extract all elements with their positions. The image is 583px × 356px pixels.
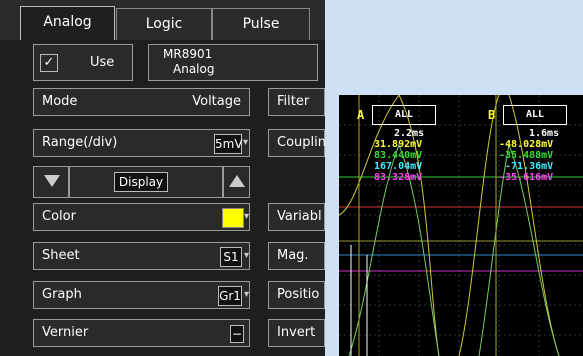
- arrow-down-icon: [44, 175, 60, 187]
- module-type: Analog: [173, 62, 215, 76]
- graph-row[interactable]: Graph Gr1 ▾: [33, 281, 250, 309]
- display-prev-button[interactable]: [33, 166, 69, 198]
- cursor-a-ch1: 31.892mV: [374, 139, 423, 150]
- vernier-row[interactable]: Vernier −: [33, 319, 250, 347]
- display-row: Display: [69, 166, 223, 198]
- display-next-button[interactable]: [223, 166, 250, 198]
- display-button[interactable]: Display: [114, 172, 168, 192]
- sheet-value[interactable]: S1: [220, 247, 242, 267]
- mag-label: Mag.: [277, 248, 309, 263]
- color-label: Color: [42, 209, 76, 224]
- range-value[interactable]: 5mV: [214, 134, 243, 154]
- cursor-a-ch4: 83.328mV: [374, 172, 423, 183]
- invert-row[interactable]: Invert: [268, 319, 325, 347]
- tab-pulse[interactable]: Pulse: [212, 8, 310, 40]
- cursor-a-ch3: 167.04mV: [374, 161, 423, 172]
- filter-label: Filter: [277, 94, 310, 109]
- cursor-a-label[interactable]: ALL: [372, 105, 436, 125]
- use-toggle[interactable]: ✓ Use: [33, 44, 133, 81]
- cursor-a-time: 2.2ms: [394, 128, 425, 139]
- graph-label: Graph: [42, 287, 82, 302]
- cursor-a-marker[interactable]: A: [357, 108, 364, 122]
- cursor-b-label[interactable]: ALL: [503, 105, 567, 125]
- chevron-down-icon: ▾: [244, 289, 250, 300]
- cursor-b-ch1: -48.028mV: [499, 139, 554, 150]
- mode-value: Voltage: [192, 94, 241, 109]
- color-swatch[interactable]: [222, 208, 244, 228]
- variable-label: Variabl: [277, 209, 322, 224]
- cursor-b-marker[interactable]: B: [488, 108, 495, 122]
- invert-label: Invert: [277, 325, 316, 340]
- cursor-b-ch4: -35.616mV: [499, 172, 554, 183]
- cursor-b-time: 1.6ms: [529, 128, 560, 139]
- mag-row[interactable]: Mag.: [268, 242, 325, 270]
- cursor-b-ch2: -35.488mV: [499, 150, 554, 161]
- filter-row[interactable]: Filter: [268, 88, 325, 116]
- chevron-down-icon: ▾: [244, 211, 250, 222]
- position-label: Positio: [277, 287, 320, 302]
- mode-row[interactable]: Mode Voltage: [33, 88, 250, 116]
- range-row[interactable]: Range(/div) 5mV ▾: [33, 129, 250, 157]
- cursor-a-ch2: 83.440mV: [374, 150, 423, 161]
- module-model: MR8901: [163, 47, 213, 61]
- cursor-b-ch3: -71.36mV: [505, 161, 554, 172]
- graph-value[interactable]: Gr1: [218, 286, 242, 306]
- sheet-row[interactable]: Sheet S1 ▾: [33, 242, 250, 270]
- vernier-label: Vernier: [42, 325, 89, 340]
- channel-settings-panel: Analog Logic Pulse ✓ Use MR8901 Analog M…: [0, 0, 325, 356]
- mode-label: Mode: [42, 94, 78, 109]
- sheet-label: Sheet: [42, 248, 80, 263]
- coupling-row[interactable]: Couplin: [268, 129, 325, 157]
- waveform-display[interactable]: A ALL 2.2ms 31.892mV 83.440mV 167.04mV 8…: [339, 95, 583, 356]
- tab-analog[interactable]: Analog: [20, 6, 115, 40]
- tab-logic[interactable]: Logic: [116, 8, 212, 40]
- color-row[interactable]: Color ▾: [33, 203, 250, 231]
- module-info: MR8901 Analog: [148, 44, 318, 81]
- vernier-value[interactable]: −: [230, 325, 244, 343]
- use-label: Use: [90, 55, 115, 70]
- chevron-down-icon: ▾: [244, 250, 250, 261]
- checkbox-checked-icon: ✓: [40, 54, 58, 72]
- variable-row[interactable]: Variabl: [268, 203, 325, 231]
- tab-bar: Analog Logic Pulse: [0, 0, 325, 40]
- position-row[interactable]: Positio: [268, 281, 325, 309]
- range-label: Range(/div): [42, 135, 118, 150]
- chevron-down-icon: ▾: [243, 137, 249, 148]
- arrow-up-icon: [229, 175, 245, 187]
- coupling-label: Couplin: [277, 135, 325, 150]
